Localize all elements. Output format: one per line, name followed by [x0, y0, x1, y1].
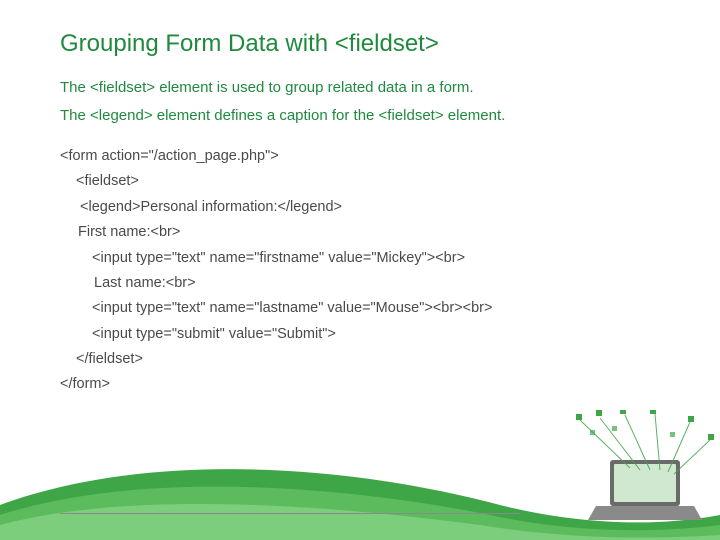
code-line: <input type="submit" value="Submit">: [60, 322, 660, 347]
description-line-2: The <legend> element defines a caption f…: [60, 104, 660, 128]
swoosh-graphic: [0, 410, 720, 540]
slide-title: Grouping Form Data with <fieldset>: [60, 30, 660, 58]
code-line: </fieldset>: [60, 347, 660, 372]
slide-content: Grouping Form Data with <fieldset> The <…: [0, 0, 720, 398]
decorative-footer: [0, 410, 720, 540]
description-line-1: The <fieldset> element is used to group …: [60, 76, 660, 100]
laptop-graphic: [576, 410, 714, 520]
footer-rule: [60, 513, 520, 514]
code-line: </form>: [60, 372, 660, 397]
code-line: <fieldset>: [60, 169, 660, 194]
code-block: <form action="/action_page.php"> <fields…: [60, 144, 660, 398]
code-line: <legend>Personal information:</legend>: [60, 195, 660, 220]
code-line: First name:<br>: [60, 220, 660, 245]
code-line: <form action="/action_page.php">: [60, 144, 660, 169]
code-line: <input type="text" name="lastname" value…: [60, 296, 660, 321]
code-line: Last name:<br>: [60, 271, 660, 296]
code-line: <input type="text" name="firstname" valu…: [60, 246, 660, 271]
